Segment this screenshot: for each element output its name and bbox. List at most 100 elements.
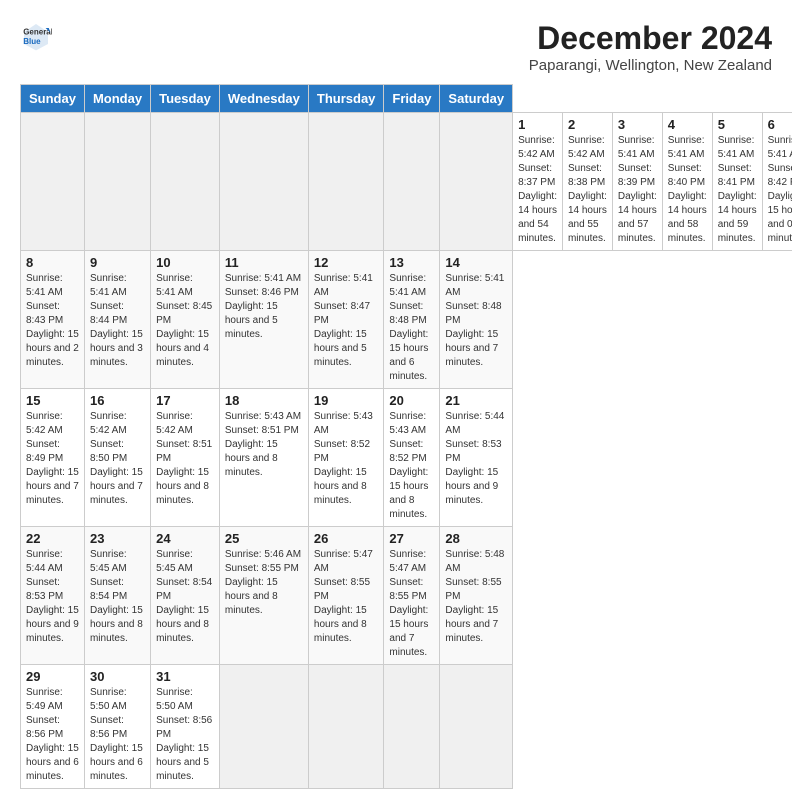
calendar-cell: 3 Sunrise: 5:41 AM Sunset: 8:39 PM Daylig… xyxy=(612,113,662,251)
calendar-week-5: 29 Sunrise: 5:49 AM Sunset: 8:56 PM Dayli… xyxy=(21,665,792,789)
calendar-week-3: 15Sunrise: 5:42 AM Sunset: 8:49 PM Dayli… xyxy=(21,389,792,527)
day-info: Sunrise: 5:42 AM Sunset: 8:37 PM Dayligh… xyxy=(518,134,557,246)
day-header-friday: Friday xyxy=(384,85,440,113)
calendar-cell xyxy=(21,113,85,251)
day-number: 8 xyxy=(26,255,79,270)
day-number: 10 xyxy=(156,255,214,270)
day-info: Sunrise: 5:43 AM Sunset: 8:52 PM Dayligh… xyxy=(389,410,434,522)
day-number: 3 xyxy=(618,117,657,132)
day-info: Sunrise: 5:41 AM Sunset: 8:41 PM Dayligh… xyxy=(718,134,757,246)
day-number: 21 xyxy=(445,393,507,408)
day-header-wednesday: Wednesday xyxy=(219,85,308,113)
day-info: Sunrise: 5:44 AM Sunset: 8:53 PM Dayligh… xyxy=(445,410,507,508)
day-info: Sunrise: 5:46 AM Sunset: 8:55 PM Dayligh… xyxy=(225,548,303,618)
calendar-cell: 11 Sunrise: 5:41 AM Sunset: 8:46 PM Dayli… xyxy=(219,251,308,389)
page-header: General Blue December 2024 Paparangi, We… xyxy=(20,20,772,74)
day-number: 19 xyxy=(314,393,379,408)
calendar-cell xyxy=(219,665,308,789)
calendar-week-2: 8 Sunrise: 5:41 AM Sunset: 8:43 PM Daylig… xyxy=(21,251,792,389)
calendar-cell xyxy=(84,113,150,251)
calendar-cell: 15Sunrise: 5:42 AM Sunset: 8:49 PM Dayli… xyxy=(21,389,85,527)
calendar-week-4: 22 Sunrise: 5:44 AM Sunset: 8:53 PM Dayli… xyxy=(21,527,792,665)
day-number: 11 xyxy=(225,255,303,270)
day-number: 1 xyxy=(518,117,557,132)
calendar-table: SundayMondayTuesdayWednesdayThursdayFrid… xyxy=(20,84,792,789)
calendar-cell: 1 Sunrise: 5:42 AM Sunset: 8:37 PM Daylig… xyxy=(513,113,563,251)
day-number: 2 xyxy=(568,117,607,132)
calendar-cell: 10 Sunrise: 5:41 AM Sunset: 8:45 PM Dayli… xyxy=(151,251,220,389)
calendar-cell: 2Sunrise: 5:42 AM Sunset: 8:38 PM Daylig… xyxy=(562,113,612,251)
day-info: Sunrise: 5:41 AM Sunset: 8:39 PM Dayligh… xyxy=(618,134,657,246)
calendar-cell xyxy=(440,113,513,251)
calendar-header: SundayMondayTuesdayWednesdayThursdayFrid… xyxy=(21,85,792,113)
day-number: 25 xyxy=(225,531,303,546)
day-number: 28 xyxy=(445,531,507,546)
calendar-cell: 6 Sunrise: 5:41 AM Sunset: 8:42 PM Daylig… xyxy=(762,113,792,251)
calendar-cell: 19 Sunrise: 5:43 AM Sunset: 8:52 PM Dayli… xyxy=(308,389,384,527)
calendar-cell: 12 Sunrise: 5:41 AM Sunset: 8:47 PM Dayli… xyxy=(308,251,384,389)
day-number: 13 xyxy=(389,255,434,270)
day-header-thursday: Thursday xyxy=(308,85,384,113)
day-info: Sunrise: 5:44 AM Sunset: 8:53 PM Dayligh… xyxy=(26,548,79,646)
day-info: Sunrise: 5:41 AM Sunset: 8:47 PM Dayligh… xyxy=(314,272,379,370)
day-number: 29 xyxy=(26,669,79,684)
day-info: Sunrise: 5:41 AM Sunset: 8:44 PM Dayligh… xyxy=(90,272,145,370)
calendar-cell: 20 Sunrise: 5:43 AM Sunset: 8:52 PM Dayli… xyxy=(384,389,440,527)
day-number: 9 xyxy=(90,255,145,270)
day-number: 12 xyxy=(314,255,379,270)
day-info: Sunrise: 5:41 AM Sunset: 8:48 PM Dayligh… xyxy=(389,272,434,384)
calendar-cell xyxy=(308,113,384,251)
calendar-cell: 26Sunrise: 5:47 AM Sunset: 8:55 PM Dayli… xyxy=(308,527,384,665)
calendar-cell: 16Sunrise: 5:42 AM Sunset: 8:50 PM Dayli… xyxy=(84,389,150,527)
day-info: Sunrise: 5:50 AM Sunset: 8:56 PM Dayligh… xyxy=(156,686,214,784)
logo: General Blue xyxy=(20,20,52,52)
calendar-cell xyxy=(440,665,513,789)
day-info: Sunrise: 5:43 AM Sunset: 8:52 PM Dayligh… xyxy=(314,410,379,508)
calendar-cell: 24Sunrise: 5:45 AM Sunset: 8:54 PM Dayli… xyxy=(151,527,220,665)
calendar-cell: 31 Sunrise: 5:50 AM Sunset: 8:56 PM Dayli… xyxy=(151,665,220,789)
calendar-cell: 14Sunrise: 5:41 AM Sunset: 8:48 PM Dayli… xyxy=(440,251,513,389)
day-header-saturday: Saturday xyxy=(440,85,513,113)
page-subtitle: Paparangi, Wellington, New Zealand xyxy=(529,57,772,74)
day-header-tuesday: Tuesday xyxy=(151,85,220,113)
day-number: 6 xyxy=(768,117,792,132)
calendar-cell xyxy=(151,113,220,251)
day-info: Sunrise: 5:49 AM Sunset: 8:56 PM Dayligh… xyxy=(26,686,79,784)
day-number: 20 xyxy=(389,393,434,408)
day-info: Sunrise: 5:41 AM Sunset: 8:45 PM Dayligh… xyxy=(156,272,214,370)
day-info: Sunrise: 5:48 AM Sunset: 8:55 PM Dayligh… xyxy=(445,548,507,646)
day-info: Sunrise: 5:42 AM Sunset: 8:50 PM Dayligh… xyxy=(90,410,145,508)
calendar-cell: 28 Sunrise: 5:48 AM Sunset: 8:55 PM Dayli… xyxy=(440,527,513,665)
calendar-cell xyxy=(308,665,384,789)
calendar-cell xyxy=(219,113,308,251)
calendar-cell: 5Sunrise: 5:41 AM Sunset: 8:41 PM Daylig… xyxy=(712,113,762,251)
calendar-cell: 21 Sunrise: 5:44 AM Sunset: 8:53 PM Dayli… xyxy=(440,389,513,527)
svg-text:Blue: Blue xyxy=(23,37,41,46)
day-number: 18 xyxy=(225,393,303,408)
calendar-body: 1 Sunrise: 5:42 AM Sunset: 8:37 PM Daylig… xyxy=(21,113,792,789)
day-info: Sunrise: 5:41 AM Sunset: 8:42 PM Dayligh… xyxy=(768,134,792,246)
day-header-sunday: Sunday xyxy=(21,85,85,113)
day-number: 31 xyxy=(156,669,214,684)
day-number: 17 xyxy=(156,393,214,408)
day-number: 26 xyxy=(314,531,379,546)
title-block: December 2024 Paparangi, Wellington, New… xyxy=(529,20,772,74)
day-info: Sunrise: 5:41 AM Sunset: 8:43 PM Dayligh… xyxy=(26,272,79,370)
page-title: December 2024 xyxy=(529,20,772,57)
day-info: Sunrise: 5:41 AM Sunset: 8:46 PM Dayligh… xyxy=(225,272,303,342)
calendar-cell xyxy=(384,665,440,789)
day-number: 24 xyxy=(156,531,214,546)
logo-icon: General Blue xyxy=(20,20,52,52)
calendar-cell: 17 Sunrise: 5:42 AM Sunset: 8:51 PM Dayli… xyxy=(151,389,220,527)
day-header-monday: Monday xyxy=(84,85,150,113)
calendar-week-1: 1 Sunrise: 5:42 AM Sunset: 8:37 PM Daylig… xyxy=(21,113,792,251)
calendar-cell: 30Sunrise: 5:50 AM Sunset: 8:56 PM Dayli… xyxy=(84,665,150,789)
day-info: Sunrise: 5:50 AM Sunset: 8:56 PM Dayligh… xyxy=(90,686,145,784)
calendar-cell xyxy=(384,113,440,251)
calendar-cell: 25 Sunrise: 5:46 AM Sunset: 8:55 PM Dayli… xyxy=(219,527,308,665)
day-number: 15 xyxy=(26,393,79,408)
day-info: Sunrise: 5:42 AM Sunset: 8:51 PM Dayligh… xyxy=(156,410,214,508)
day-number: 22 xyxy=(26,531,79,546)
calendar-cell: 23Sunrise: 5:45 AM Sunset: 8:54 PM Dayli… xyxy=(84,527,150,665)
day-number: 4 xyxy=(668,117,707,132)
